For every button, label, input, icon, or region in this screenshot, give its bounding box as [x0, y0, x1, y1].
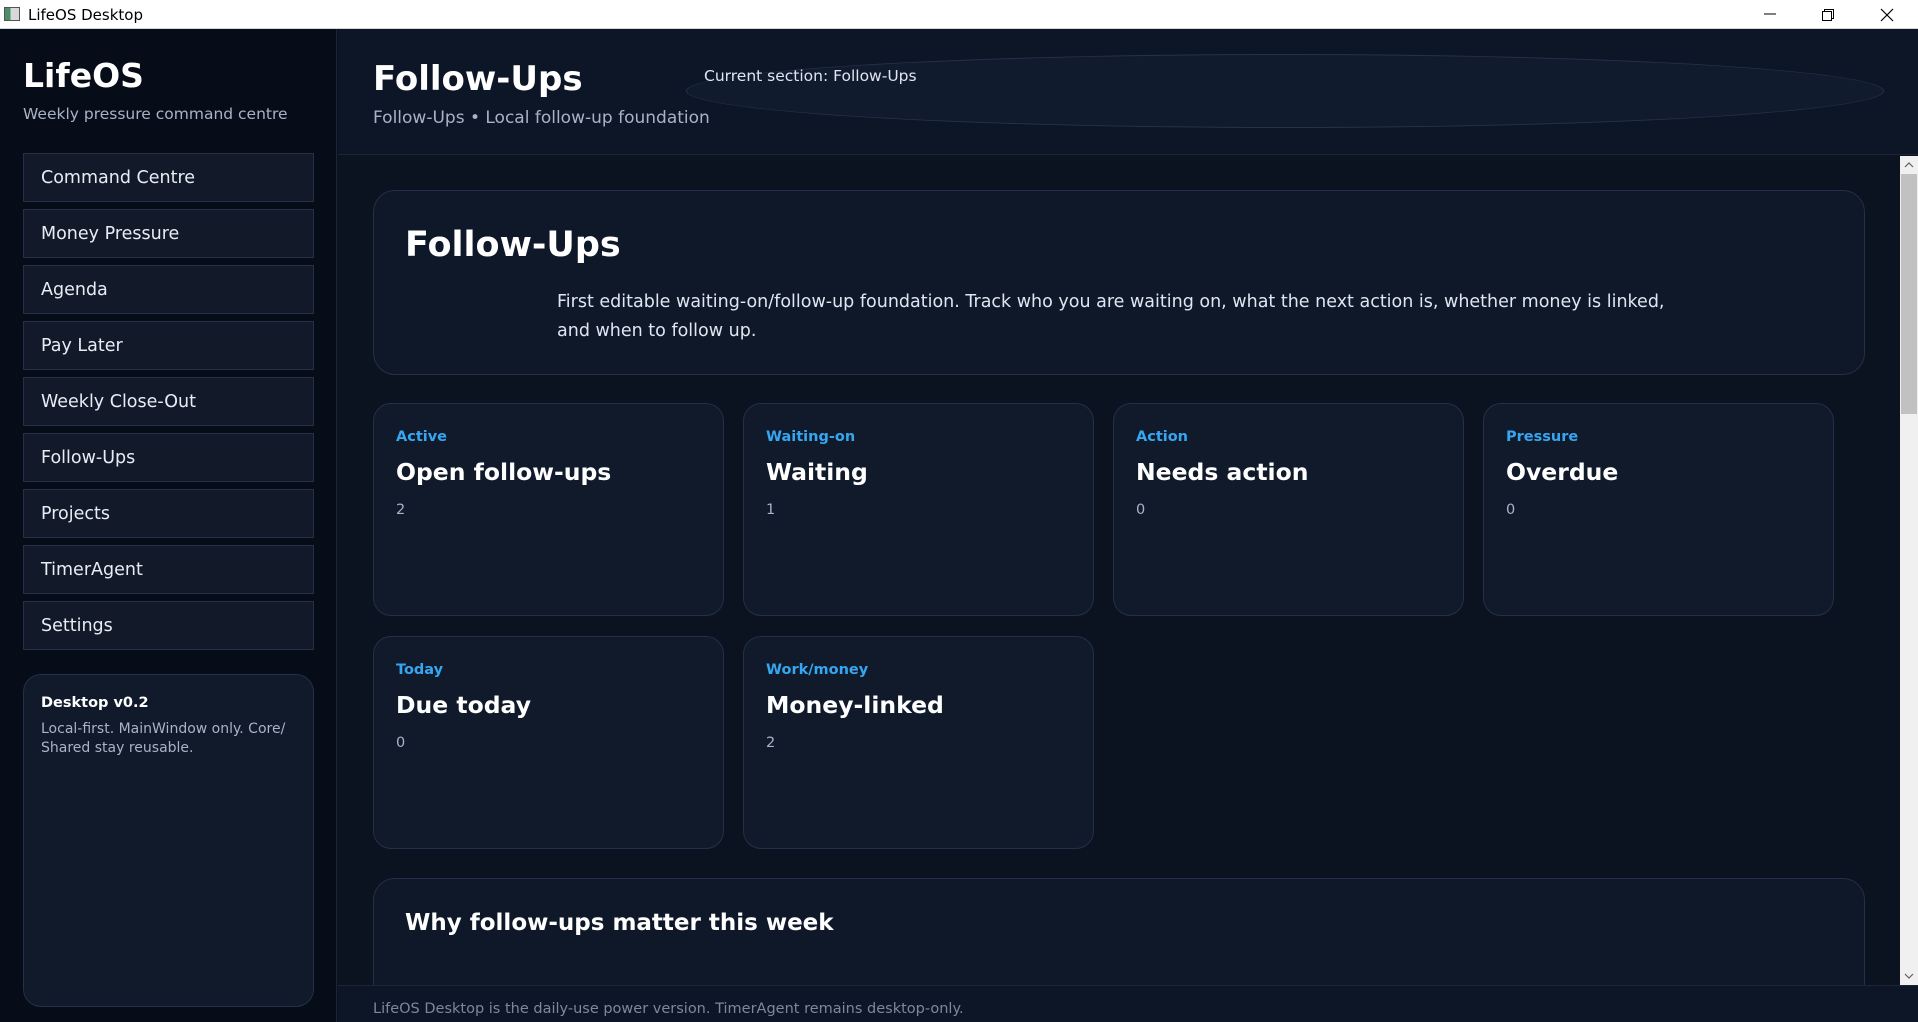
stat-value: 2	[766, 735, 776, 751]
stat-value: 1	[766, 502, 776, 518]
intro-card: Follow-Ups First editable waiting-on/fol…	[373, 190, 1865, 375]
version-info-card: Desktop v0.2 Local-first. MainWindow onl…	[23, 674, 314, 1007]
current-section-pill	[686, 54, 1884, 128]
sidebar-item-command-centre[interactable]: Command Centre	[23, 153, 314, 202]
sidebar-nav: Command Centre Money Pressure Agenda Pay…	[23, 153, 314, 657]
why-card: Why follow-ups matter this week	[373, 878, 1865, 985]
scroll-up-button[interactable]	[1900, 156, 1918, 173]
stat-card-needs-action: Action Needs action 0	[1113, 403, 1464, 616]
stat-value: 2	[396, 502, 406, 518]
brand-title: LifeOS	[23, 56, 144, 95]
page-title: Follow-Ups	[373, 59, 583, 99]
close-button[interactable]	[1858, 0, 1916, 29]
main-content[interactable]: Follow-Ups First editable waiting-on/fol…	[338, 156, 1900, 985]
version-text: Local-first. MainWindow only. Core/ Shar…	[41, 721, 286, 756]
footer-text: LifeOS Desktop is the daily-use power ve…	[373, 1001, 964, 1017]
chevron-up-icon	[1904, 162, 1914, 168]
sidebar: LifeOS Weekly pressure command centre Co…	[0, 29, 337, 1022]
scroll-thumb[interactable]	[1901, 174, 1917, 414]
intro-title: Follow-Ups	[405, 225, 621, 265]
stat-title: Needs action	[1136, 458, 1309, 486]
sidebar-item-money-pressure[interactable]: Money Pressure	[23, 209, 314, 258]
page-subtitle: Follow-Ups • Local follow-up foundation	[373, 108, 710, 128]
stat-title: Money-linked	[766, 691, 944, 719]
version-title: Desktop v0.2	[41, 695, 149, 711]
page-header: Follow-Ups Follow-Ups • Local follow-up …	[338, 29, 1918, 155]
sidebar-item-weekly-close-out[interactable]: Weekly Close-Out	[23, 377, 314, 426]
stat-card-due-today: Today Due today 0	[373, 636, 724, 849]
sidebar-item-timeragent[interactable]: TimerAgent	[23, 545, 314, 594]
stat-kicker: Work/money	[766, 662, 869, 678]
minimize-button[interactable]	[1741, 0, 1799, 29]
brand-tagline: Weekly pressure command centre	[23, 105, 288, 123]
current-section-label: Current section: Follow-Ups	[704, 67, 917, 85]
stat-value: 0	[1136, 502, 1146, 518]
stat-title: Waiting	[766, 458, 868, 486]
stat-kicker: Action	[1136, 429, 1189, 445]
restore-icon	[1822, 9, 1834, 21]
stat-kicker: Waiting-on	[766, 429, 856, 445]
stat-kicker: Today	[396, 662, 444, 678]
sidebar-item-projects[interactable]: Projects	[23, 489, 314, 538]
intro-text: First editable waiting-on/follow-up foun…	[557, 292, 1665, 341]
stat-value: 0	[396, 735, 406, 751]
content-scrollbar[interactable]	[1900, 156, 1918, 985]
close-icon	[1880, 8, 1894, 22]
sidebar-item-settings[interactable]: Settings	[23, 601, 314, 650]
minimize-icon	[1764, 13, 1776, 15]
stat-card-overdue: Pressure Overdue 0	[1483, 403, 1834, 616]
stat-card-open-follow-ups: Active Open follow-ups 2	[373, 403, 724, 616]
sidebar-item-agenda[interactable]: Agenda	[23, 265, 314, 314]
stat-title: Due today	[396, 691, 532, 719]
app-icon	[4, 7, 20, 21]
restore-button[interactable]	[1799, 0, 1857, 29]
stat-card-waiting: Waiting-on Waiting 1	[743, 403, 1094, 616]
stat-title: Overdue	[1506, 458, 1619, 486]
stat-kicker: Pressure	[1506, 429, 1579, 445]
status-footer: LifeOS Desktop is the daily-use power ve…	[338, 985, 1918, 1022]
scroll-down-button[interactable]	[1900, 968, 1918, 985]
sidebar-item-follow-ups[interactable]: Follow-Ups	[23, 433, 314, 482]
why-title: Why follow-ups matter this week	[405, 910, 834, 936]
stat-kicker: Active	[396, 429, 448, 445]
stat-title: Open follow-ups	[396, 458, 612, 486]
chevron-down-icon	[1904, 973, 1914, 979]
sidebar-item-pay-later[interactable]: Pay Later	[23, 321, 314, 370]
stat-card-money-linked: Work/money Money-linked 2	[743, 636, 1094, 849]
stat-value: 0	[1506, 502, 1516, 518]
window-titlebar: LifeOS Desktop	[0, 0, 1918, 29]
window-title: LifeOS Desktop	[28, 6, 143, 24]
